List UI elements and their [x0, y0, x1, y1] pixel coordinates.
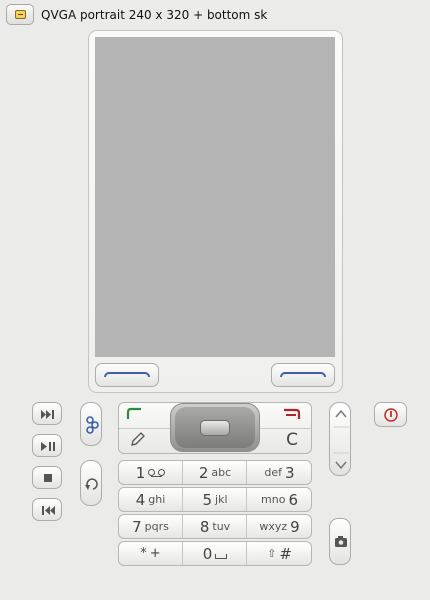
key-3-letters: def — [264, 466, 283, 479]
key-star-plus: + — [149, 546, 161, 561]
key-star-symbol: * — [140, 546, 147, 561]
key-4-letters: ghi — [148, 493, 166, 506]
left-softkey[interactable] — [95, 363, 159, 387]
end-key-icon — [284, 408, 301, 419]
call-key-icon — [126, 407, 141, 419]
stop-button[interactable] — [32, 466, 62, 489]
key-hash-symbol: # — [279, 544, 292, 563]
volume-up-icon — [335, 409, 347, 418]
key-7-letters: pqrs — [144, 520, 169, 533]
key-0[interactable]: 0 — [182, 542, 247, 565]
key-8-digit: 8 — [199, 517, 210, 536]
key-star[interactable]: * + — [119, 542, 182, 565]
key-5-digit: 5 — [202, 490, 213, 509]
key-8[interactable]: 8 tuv — [182, 515, 247, 538]
edit-pencil-icon — [131, 432, 145, 446]
volume-rocker-icons — [333, 409, 349, 470]
previous-track-icon — [42, 506, 55, 515]
key-5[interactable]: 5 jkl — [182, 488, 247, 511]
right-softkey-bar — [280, 372, 326, 377]
next-track-icon — [41, 410, 54, 419]
application-key-icon — [86, 416, 99, 434]
key-9[interactable]: wxyz 9 — [246, 515, 312, 538]
key-3[interactable]: def 3 — [246, 461, 312, 484]
power-button[interactable] — [374, 402, 407, 427]
volume-rocker[interactable] — [329, 402, 351, 476]
window-menu-button[interactable] — [6, 4, 34, 25]
keypad-row-2: 4 ghi 5 jkl mno 6 — [118, 487, 312, 512]
voicemail-icon — [148, 468, 166, 477]
back-key[interactable] — [80, 460, 102, 506]
key-1[interactable]: 1 — [119, 461, 182, 484]
clear-key[interactable]: C — [282, 430, 302, 450]
key-7[interactable]: 7 pqrs — [119, 515, 182, 538]
previous-track-button[interactable] — [32, 498, 62, 521]
power-icon — [384, 408, 398, 422]
key-6[interactable]: mno 6 — [246, 488, 312, 511]
shift-icon: ⇧ — [267, 547, 277, 560]
key-9-digit: 9 — [290, 517, 300, 536]
key-2-digit: 2 — [198, 463, 209, 482]
key-3-digit: 3 — [285, 463, 295, 482]
key-7-digit: 7 — [132, 517, 142, 536]
keypad-row-1: 1 2 abc def 3 — [118, 460, 312, 485]
end-key[interactable] — [280, 406, 304, 422]
left-softkey-bar — [104, 372, 150, 377]
key-9-letters: wxyz — [259, 520, 288, 533]
keypad-row-3: 7 pqrs 8 tuv wxyz 9 — [118, 514, 312, 539]
key-6-letters: mno — [261, 493, 286, 506]
next-track-button[interactable] — [32, 402, 62, 425]
key-1-digit: 1 — [135, 463, 146, 482]
play-pause-icon — [41, 442, 55, 451]
key-4[interactable]: 4 ghi — [119, 488, 182, 511]
space-icon — [215, 553, 228, 559]
key-0-digit: 0 — [202, 544, 213, 563]
application-key[interactable] — [80, 402, 102, 446]
key-2-letters: abc — [211, 466, 232, 479]
keypad-row-4: * + 0 ⇧ # — [118, 541, 312, 566]
key-2[interactable]: 2 abc — [182, 461, 247, 484]
key-hash[interactable]: ⇧ # — [246, 542, 312, 565]
navigation-select-button[interactable] — [200, 420, 230, 436]
play-pause-button[interactable] — [32, 434, 62, 457]
volume-down-icon — [335, 461, 347, 470]
right-softkey[interactable] — [271, 363, 335, 387]
key-4-digit: 4 — [135, 490, 146, 509]
key-6-digit: 6 — [288, 490, 298, 509]
key-8-letters: tuv — [212, 520, 231, 533]
stop-icon — [44, 474, 52, 482]
back-key-icon — [85, 478, 98, 490]
key-5-letters: jkl — [215, 493, 228, 506]
call-key[interactable] — [124, 406, 148, 422]
edit-key[interactable] — [128, 431, 148, 449]
camera-icon — [335, 536, 347, 547]
window-title: QVGA portrait 240 x 320 + bottom sk — [41, 8, 268, 22]
window-menu-icon — [15, 10, 26, 19]
device-screen[interactable] — [95, 37, 335, 357]
camera-button[interactable] — [329, 518, 351, 565]
